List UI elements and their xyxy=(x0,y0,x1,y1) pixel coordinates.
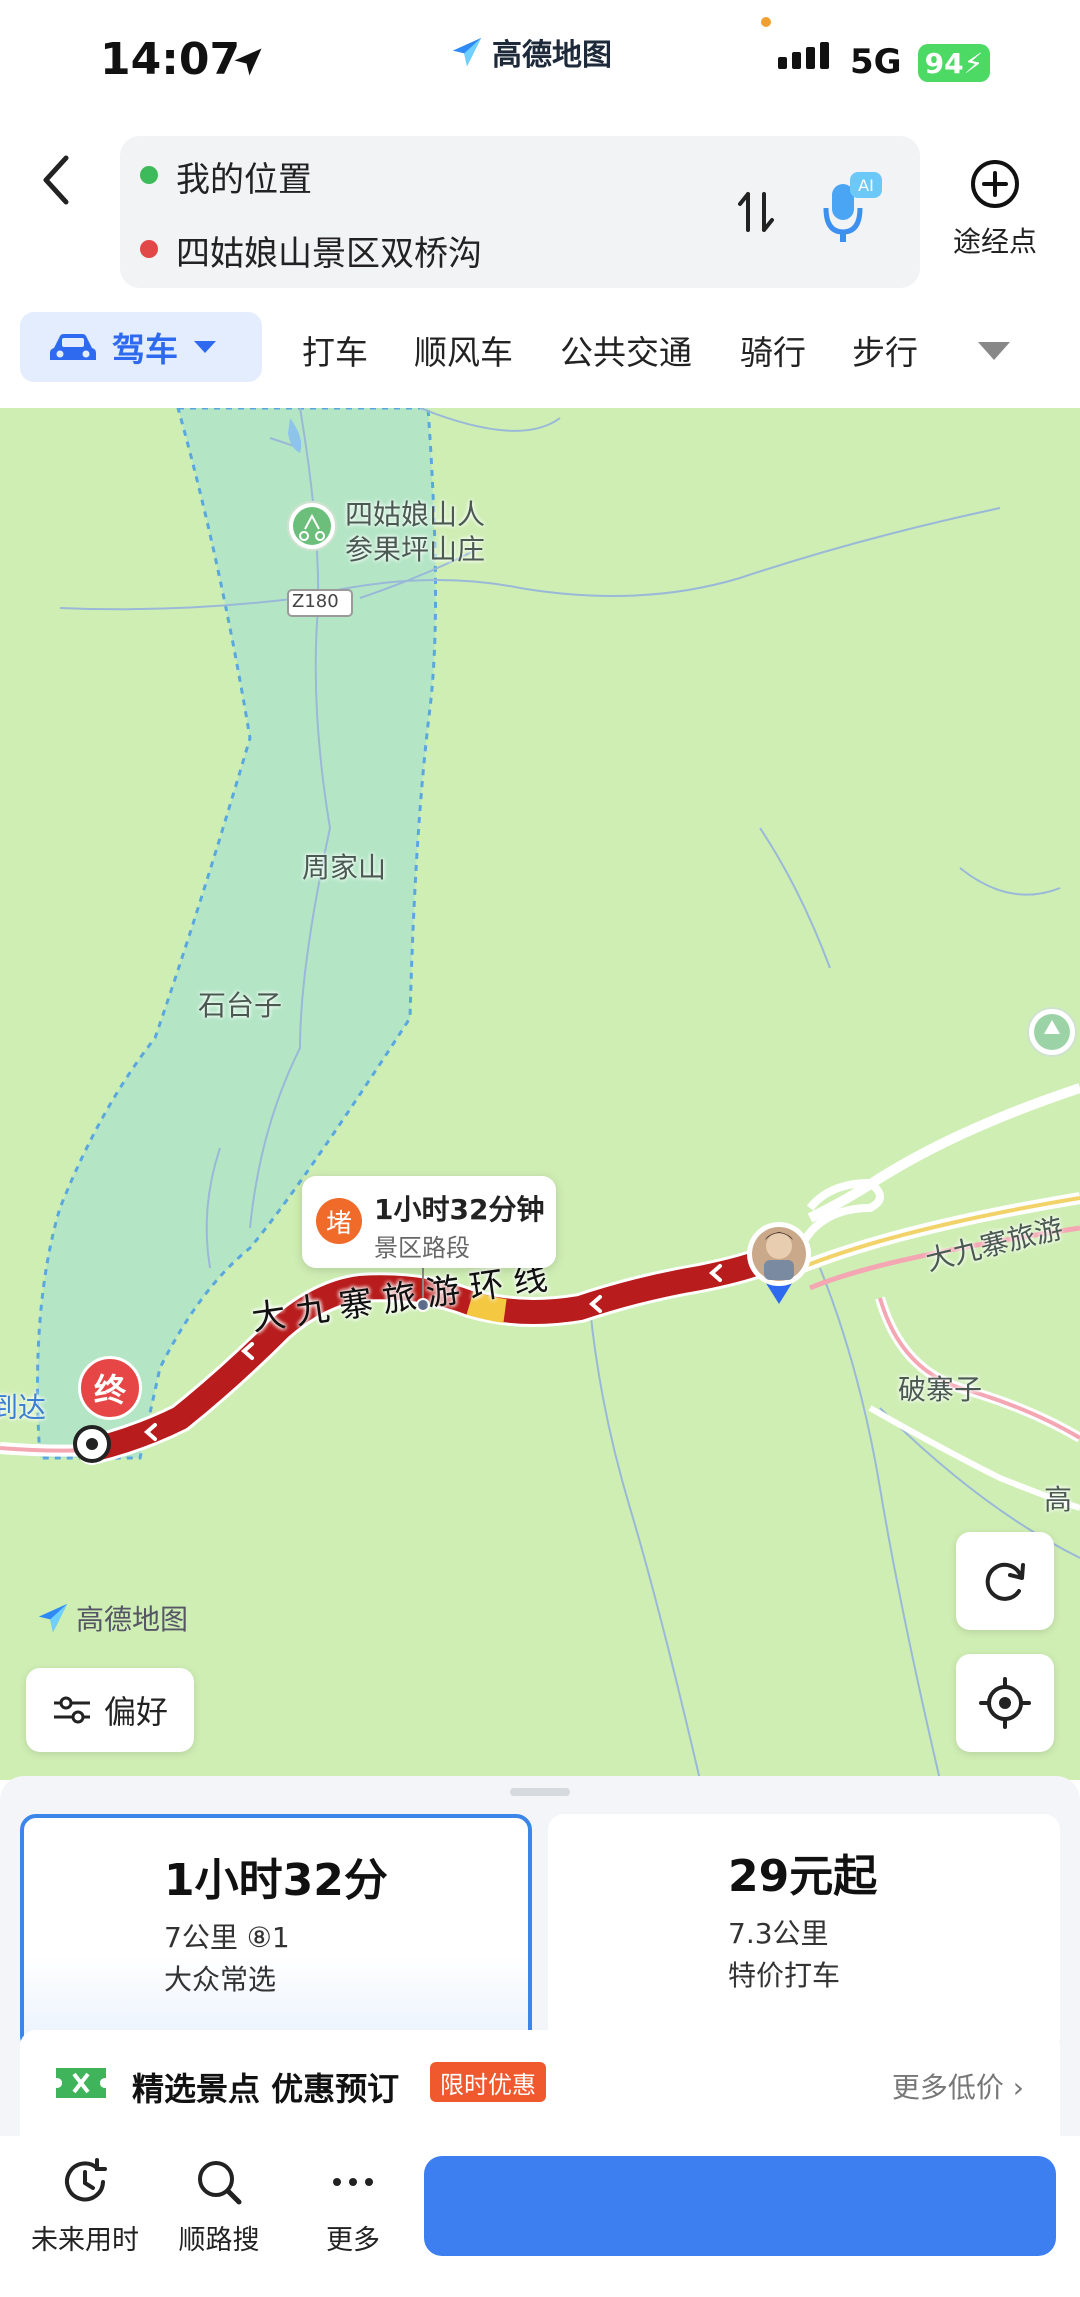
plus-circle-icon xyxy=(971,160,1019,208)
route-option-card[interactable]: 1小时32分 7公里 ⑧1 大众常选 xyxy=(20,1814,532,2052)
destination-marker[interactable]: 终 xyxy=(78,1356,142,1420)
refresh-button[interactable] xyxy=(956,1532,1054,1630)
route-input-box: 我的位置 四姑娘山景区双桥沟 AI xyxy=(120,136,920,288)
map-brand: 高德地图 xyxy=(36,1598,188,1638)
tab-drive[interactable]: 驾车 xyxy=(20,312,262,382)
ticket-icon xyxy=(56,2068,106,2098)
route-tag: 大众常选 xyxy=(164,1963,277,1996)
more-button[interactable]: 更多 xyxy=(278,2154,428,2257)
waypoint-label: 途经点 xyxy=(952,225,1037,258)
route-duration: 1小时32分 xyxy=(164,1855,388,1906)
signal-icon xyxy=(778,42,829,69)
along-route-search-label: 顺路搜 xyxy=(178,2225,260,2256)
tab-walking[interactable]: 步行 xyxy=(852,326,918,374)
route-distance: 7公里 ⑧1 xyxy=(164,1921,290,1954)
road-code: Z180 xyxy=(292,591,339,612)
clock-icon xyxy=(65,2158,107,2202)
congestion-badge: 堵 xyxy=(316,1198,362,1244)
status-bar: 14:07 高德地图 5G 94 ⚡ xyxy=(0,0,1080,120)
future-time-button[interactable]: 未来用时 xyxy=(10,2154,160,2257)
poi-label-line1[interactable]: 四姑娘山人 xyxy=(345,493,485,533)
tab-drive-label: 驾车 xyxy=(112,330,178,369)
promo-title: 精选景点 优惠预订 xyxy=(132,2070,400,2108)
bottom-action-bar: 未来用时 顺路搜 更多 xyxy=(0,2136,1080,2297)
locate-icon xyxy=(979,1677,1031,1729)
privacy-indicator xyxy=(761,17,771,27)
status-time: 14:07 xyxy=(100,34,241,85)
tab-cycling[interactable]: 骑行 xyxy=(740,326,806,374)
origin-dot xyxy=(140,166,158,184)
taxi-distance: 7.3公里 xyxy=(728,1917,829,1950)
search-icon xyxy=(198,2161,242,2205)
battery-level: 94 xyxy=(924,46,964,80)
battery-indicator: 94 ⚡ xyxy=(918,44,990,82)
destination-dot xyxy=(140,240,158,258)
callout-subtitle: 景区路段 xyxy=(374,1234,470,1262)
back-icon[interactable] xyxy=(30,148,84,212)
village-label: 石台子 xyxy=(198,989,283,1022)
preference-button[interactable]: 偏好 xyxy=(26,1668,194,1752)
map-brand-text: 高德地图 xyxy=(76,1603,189,1636)
swap-icon[interactable] xyxy=(736,186,776,238)
start-navigation-button[interactable] xyxy=(424,2156,1056,2256)
promo-badge: 限时优惠 xyxy=(430,2062,546,2102)
village-label: 周家山 xyxy=(302,851,387,884)
caret-down-icon[interactable] xyxy=(976,340,1012,362)
more-dots-icon xyxy=(333,2178,373,2186)
tab-transit[interactable]: 公共交通 xyxy=(560,326,692,374)
cherry-poi-icon xyxy=(293,507,331,545)
preference-label: 偏好 xyxy=(103,1693,168,1731)
settings-sliders-icon xyxy=(53,1696,90,1724)
locate-button[interactable] xyxy=(956,1654,1054,1752)
tab-taxi[interactable]: 打车 xyxy=(302,326,368,374)
callout-title: 1小时32分钟 xyxy=(374,1193,545,1226)
future-time-label: 未来用时 xyxy=(31,2225,139,2256)
poi-label-line2[interactable]: 参果坪山庄 xyxy=(345,528,485,568)
promo-more-link[interactable]: 更多低价 › xyxy=(892,2066,1024,2106)
amap-logo-icon xyxy=(38,1603,68,1633)
location-arrow-icon xyxy=(234,48,262,76)
status-app-name: 高德地图 xyxy=(492,38,612,73)
network-type: 5G xyxy=(850,42,902,82)
traffic-callout[interactable]: 堵 1小时32分钟 景区路段 xyxy=(302,1176,556,1268)
village-label: 破寨子 xyxy=(898,1373,983,1406)
tab-carpool[interactable]: 顺风车 xyxy=(414,326,513,374)
taxi-option-card[interactable]: 29元起 7.3公里 特价打车 xyxy=(548,1814,1060,2052)
amap-logo-icon xyxy=(452,37,482,67)
ai-mic-icon[interactable]: AI xyxy=(820,170,884,246)
svg-text:AI: AI xyxy=(858,176,874,195)
origin-field[interactable]: 我的位置 xyxy=(176,152,312,201)
taxi-price: 29元起 xyxy=(728,1851,878,1902)
amap-logo: 高德地图 xyxy=(450,30,612,74)
promo-banner[interactable]: 精选景点 优惠预订 限时优惠 更多低价 › xyxy=(20,2030,1060,2140)
caret-down-icon xyxy=(194,341,216,353)
car-icon xyxy=(50,334,96,360)
refresh-icon xyxy=(985,1562,1025,1601)
edge-label-left: 到达 xyxy=(0,1391,47,1424)
edge-label-right: 高 xyxy=(1044,1483,1073,1516)
add-waypoint-button[interactable]: 途经点 xyxy=(940,158,1050,268)
map-view[interactable]: 四姑娘山人 参果坪山庄 Z180 周家山 石台子 破寨子 大九寨旅游环线 大九寨… xyxy=(0,408,1080,1780)
map-canvas xyxy=(0,408,1080,1780)
more-label: 更多 xyxy=(326,2225,380,2256)
taxi-tag: 特价打车 xyxy=(728,1959,841,1992)
along-route-search-button[interactable]: 顺路搜 xyxy=(144,2154,294,2257)
destination-field[interactable]: 四姑娘山景区双桥沟 xyxy=(176,226,482,275)
sheet-grabber[interactable] xyxy=(510,1788,570,1796)
